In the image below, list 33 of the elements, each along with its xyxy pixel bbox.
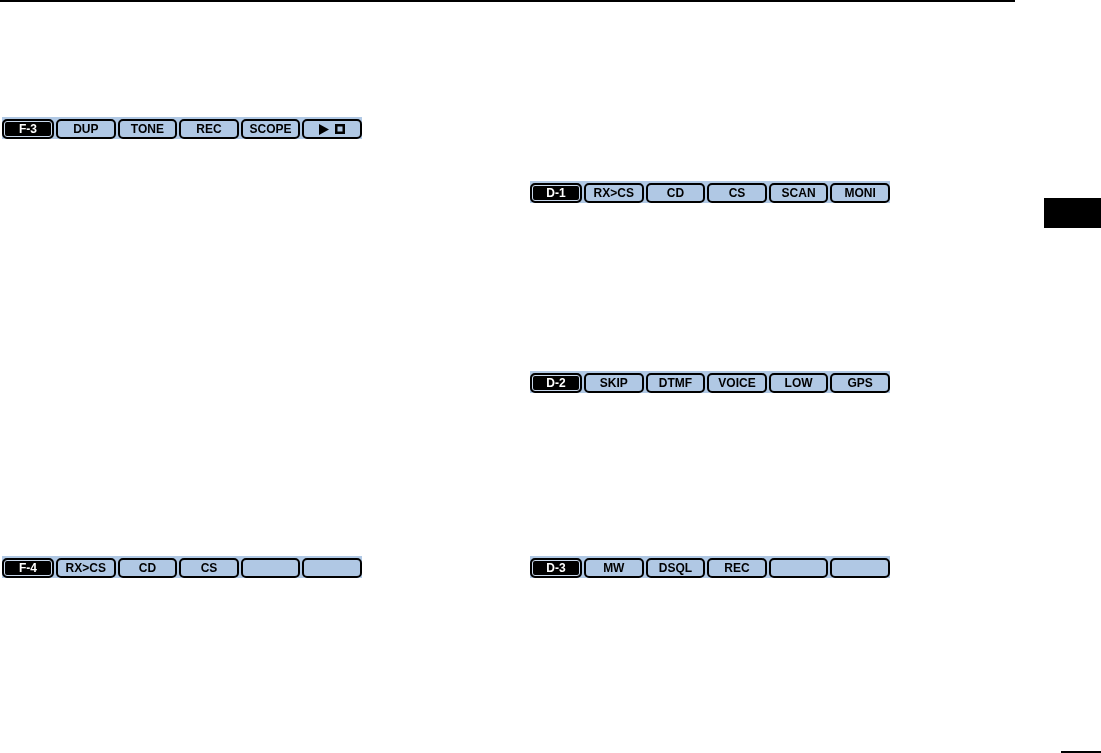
soft-key[interactable]: MONI [830, 183, 890, 203]
soft-key[interactable] [830, 558, 890, 578]
soft-key[interactable]: DTMF [645, 373, 706, 393]
soft-key[interactable]: SKIP [584, 373, 644, 393]
soft-key[interactable]: VOICE [707, 373, 767, 393]
stop-icon [335, 124, 346, 134]
page-button[interactable]: D-2 [530, 373, 582, 393]
soft-key[interactable]: GPS [830, 373, 890, 393]
soft-key[interactable]: REC [707, 558, 767, 578]
soft-key[interactable] [240, 558, 301, 578]
play-icon [319, 123, 330, 135]
soft-key[interactable]: MW [584, 558, 644, 578]
page-button[interactable]: F-3 [2, 119, 54, 139]
page-button[interactable]: F-4 [2, 558, 54, 578]
soft-key[interactable]: REC [179, 119, 239, 139]
soft-key[interactable]: CD [645, 183, 706, 203]
soft-key[interactable]: SCAN [768, 183, 829, 203]
soft-key[interactable]: DSQL [645, 558, 706, 578]
soft-key[interactable]: TONE [117, 119, 178, 139]
soft-key[interactable]: CD [117, 558, 178, 578]
soft-key[interactable]: CS [707, 183, 767, 203]
soft-key[interactable]: LOW [768, 373, 829, 393]
soft-key[interactable]: SCOPE [240, 119, 301, 139]
soft-key[interactable]: RX>CS [56, 558, 116, 578]
soft-key[interactable]: RX>CS [584, 183, 644, 203]
page-button[interactable]: D-1 [530, 183, 582, 203]
soft-key[interactable]: CS [179, 558, 239, 578]
soft-key[interactable] [302, 119, 362, 139]
soft-key[interactable] [768, 558, 829, 578]
soft-key[interactable] [302, 558, 362, 578]
soft-key[interactable]: DUP [56, 119, 116, 139]
edge-marker [1044, 198, 1101, 228]
page-button[interactable]: D-3 [530, 558, 582, 578]
